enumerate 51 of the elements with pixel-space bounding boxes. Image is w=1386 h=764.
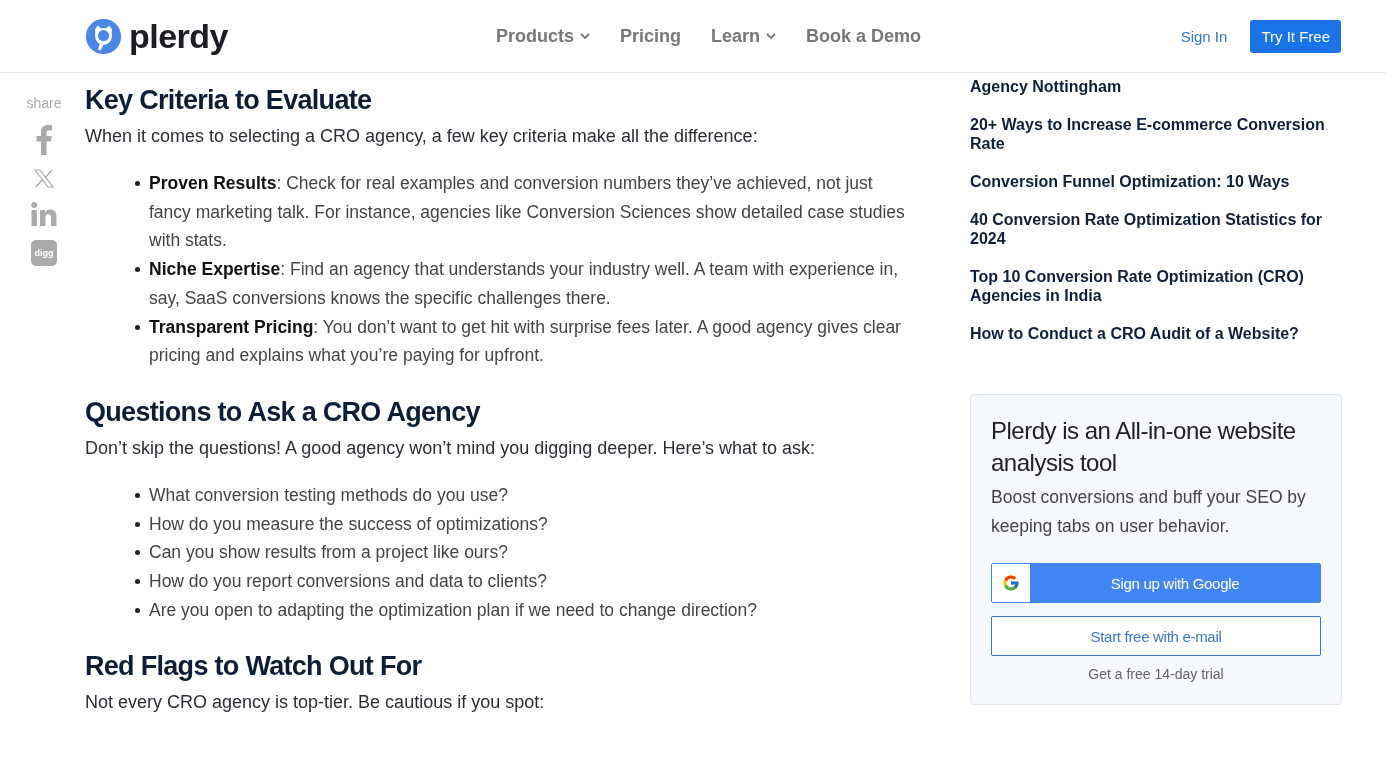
list-item-text: Niche Expertise: Find an agency that understands your industry well. A team with experience in, say, SaaS conversions knows the specific challenges there. xyxy=(149,258,900,310)
list-item-text: Can you show results from a project like ours? xyxy=(149,541,509,565)
promo-title: Plerdy is an All-in-one website analysis tool xyxy=(991,416,1297,478)
related-article-link[interactable]: 20+ Ways to Increase E-commerce Conversion Rate xyxy=(970,115,1330,153)
bullet-icon xyxy=(135,521,140,527)
section-heading: Key Criteria to Evaluate xyxy=(85,85,373,116)
paragraph: Don’t skip the questions! A good agency won’t mind you digging deeper. Here’s what to ask: xyxy=(85,437,817,459)
bullet-icon xyxy=(135,492,140,498)
trial-note: Get a free 14-day trial xyxy=(1087,666,1225,682)
paragraph: Not every CRO agency is top-tier. Be cautious if you spot: xyxy=(85,692,546,714)
nav-link[interactable]: Pricing xyxy=(620,25,682,47)
bullet-icon xyxy=(135,579,140,585)
section-heading: Questions to Ask a CRO Agency xyxy=(85,396,482,428)
related-article-link[interactable]: Top 10 Conversion Rate Optimization (CRO) Agencies in India xyxy=(970,267,1330,305)
bullet-icon xyxy=(135,181,140,186)
sign-in-link[interactable]: Sign In xyxy=(1180,27,1228,45)
share-label: share xyxy=(26,95,62,111)
bullet-icon xyxy=(135,550,140,556)
nav-link[interactable]: Learn xyxy=(711,25,777,47)
try-free-button[interactable]: Try It Free xyxy=(1250,19,1341,53)
list-item-text: What conversion testing methods do you use? xyxy=(149,483,509,507)
logo-text[interactable]: plerdy xyxy=(129,16,229,56)
section-heading: Red Flags to Watch Out For xyxy=(85,651,423,683)
related-article-link[interactable]: How to Conduct a CRO Audit of a Website? xyxy=(970,324,1330,343)
list-item-text: Are you open to adapting the optimization plan if we need to change direction? xyxy=(149,598,759,622)
email-signup-button[interactable]: Start free with e-mail xyxy=(991,616,1321,656)
facebook-share-link[interactable] xyxy=(36,125,52,155)
bullet-icon xyxy=(135,267,140,273)
nav-link[interactable]: Products xyxy=(496,25,590,47)
promo-text: Boost conversions and buff your SEO by keeping tabs on user behavior. xyxy=(991,486,1307,538)
google-g-icon xyxy=(1002,574,1020,592)
bullet-icon xyxy=(135,324,140,330)
x-share-link[interactable] xyxy=(34,169,54,188)
related-article-link[interactable]: 40 Conversion Rate Optimization Statistics for 2024 xyxy=(970,210,1330,248)
x-logo-icon xyxy=(34,169,54,188)
chevron-down-icon xyxy=(766,32,777,40)
linkedin-icon xyxy=(31,202,57,226)
logo-icon xyxy=(85,17,122,55)
google-signup-button[interactable]: Sign up with Google xyxy=(991,563,1321,603)
related-article-link[interactable]: Conversion Funnel Optimization: 10 Ways xyxy=(970,172,1330,191)
list-item-text: How do you report conversions and data to clients? xyxy=(149,570,548,594)
chevron-down-icon xyxy=(580,32,590,40)
paragraph: When it comes to selecting a CRO agency, a few key criteria make all the difference: xyxy=(85,126,759,147)
nav-link[interactable]: Book a Demo xyxy=(806,25,922,47)
facebook-icon xyxy=(36,125,52,155)
related-article-link[interactable]: Agency Nottingham xyxy=(970,77,1330,96)
list-item-text: Proven Results: Check for real examples and conversion numbers they’ve achieved, not just fancy marketing talk. For instance, agencies like Conversion Sciences show detailed case studies with stats. xyxy=(149,172,906,253)
list-item-text: Transparent Pricing: You don’t want to get hit with surprise fees later. A good agency gives clear pricing and explains what you’re paying for upfront. xyxy=(149,315,902,368)
list-item-text: How do you measure the success of optimizations? xyxy=(149,512,549,536)
linkedin-share-link[interactable] xyxy=(31,202,57,226)
bullet-icon xyxy=(135,607,140,613)
